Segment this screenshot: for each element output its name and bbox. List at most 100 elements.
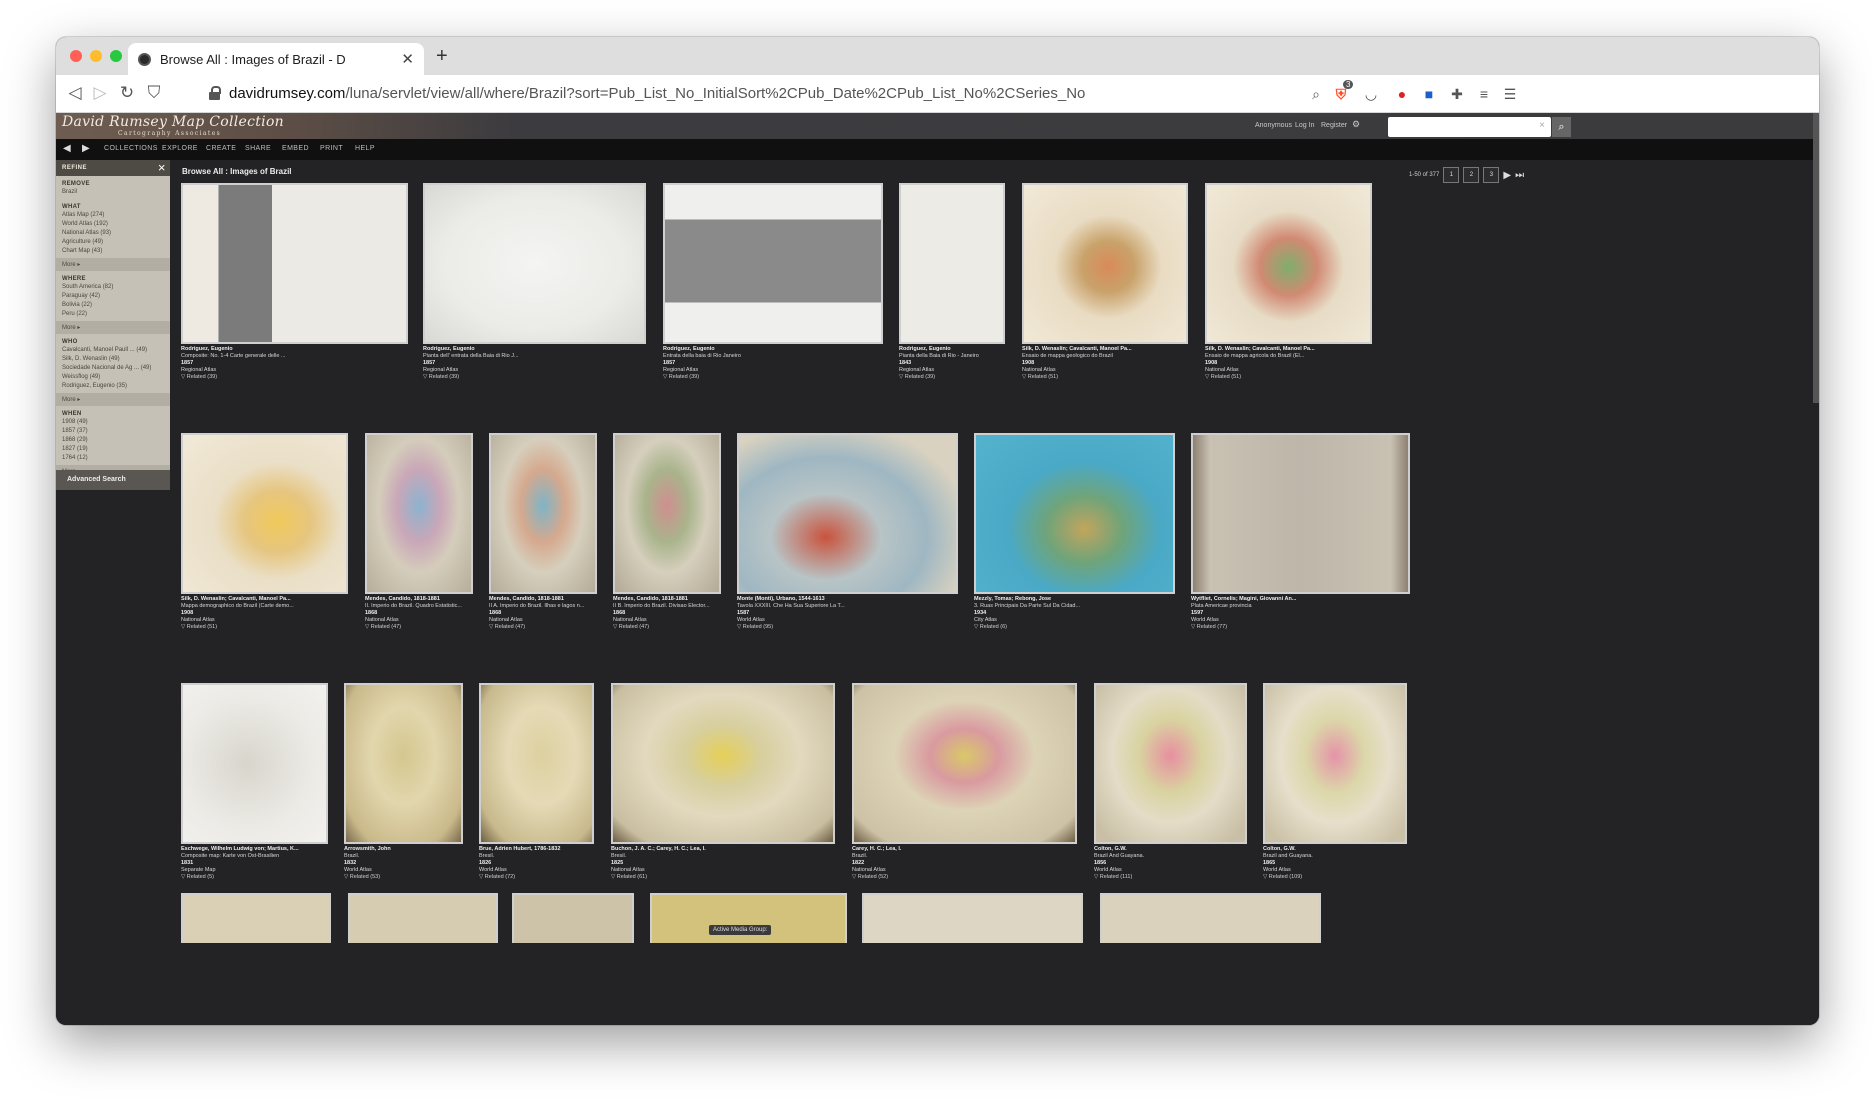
who-more-link[interactable]: More ▸ [56,393,170,406]
map-thumbnail[interactable] [1094,683,1247,844]
when-item[interactable]: 1764 (12) [62,454,164,463]
map-thumbnail[interactable] [181,433,348,594]
map-thumbnail[interactable] [344,683,463,844]
refine-who-section: WHO Cavalcanti, Manoel Paull ... (49) Si… [56,334,170,393]
what-item[interactable]: National Atlas (93) [62,229,164,238]
close-refine-icon[interactable]: × [158,160,166,175]
map-thumbnail[interactable] [852,683,1077,844]
map-thumbnail[interactable] [348,893,498,943]
result-caption: Rodriguez, Eugenio Entrata della baia di … [663,346,741,380]
minimize-window-button[interactable] [90,50,102,62]
new-tab-icon[interactable]: + [436,45,448,68]
map-thumbnail[interactable] [1205,183,1372,344]
clear-search-icon[interactable]: × [1539,120,1545,131]
back-icon[interactable]: ◁ [64,83,86,103]
remove-item[interactable]: Brazil [62,188,164,197]
next-page-icon[interactable]: ▶ [1503,170,1511,181]
who-item[interactable]: Cavalcanti, Manoel Paull ... (49) [62,346,164,355]
who-item[interactable]: Weissflog (49) [62,373,164,382]
map-thumbnail[interactable] [1191,433,1410,594]
map-thumbnail[interactable] [613,433,721,594]
map-thumbnail[interactable] [650,893,847,943]
menu-icon[interactable]: ☰ [1500,84,1520,104]
reload-icon[interactable]: ↻ [116,83,138,103]
map-thumbnail[interactable] [423,183,646,344]
browser-tab[interactable]: Browse All : Images of Brazil - D ✕ [128,43,424,75]
map-thumbnail[interactable] [365,433,473,594]
where-item[interactable]: South America (82) [62,283,164,292]
where-more-link[interactable]: More ▸ [56,321,170,334]
what-item[interactable]: Atlas Map (274) [62,211,164,220]
user-link-anonymous[interactable]: Anonymous [1255,122,1292,129]
nav-create[interactable]: CREATE [206,145,236,152]
where-item[interactable]: Bolivia (22) [62,301,164,310]
bookmark-icon[interactable]: ⛉ [143,83,165,103]
page-button[interactable]: 2 [1463,167,1480,183]
pocket-icon[interactable]: ◡ [1361,84,1381,104]
when-item[interactable]: 1857 (37) [62,427,164,436]
extension-red-icon[interactable]: ● [1392,84,1412,104]
page-button[interactable]: 3 [1483,167,1500,183]
map-thumbnail[interactable] [181,683,328,844]
map-thumbnail[interactable] [181,893,331,943]
refine-remove-section: REMOVE Brazil [56,176,170,199]
close-window-button[interactable] [70,50,82,62]
url-field[interactable]: davidrumsey.com/luna/servlet/view/all/wh… [229,85,1085,102]
nav-collections[interactable]: COLLECTIONS [104,145,158,152]
who-item[interactable]: Sociedade Nacional de Ag ... (49) [62,364,164,373]
close-tab-icon[interactable]: ✕ [401,50,414,68]
map-thumbnail[interactable] [737,433,958,594]
extensions-puzzle-icon[interactable]: ✚ [1447,84,1467,104]
map-thumbnail[interactable] [512,893,634,943]
nav-print[interactable]: PRINT [320,145,343,152]
playlist-icon[interactable]: ≡ [1474,84,1494,104]
map-thumbnail[interactable] [611,683,835,844]
last-page-icon[interactable]: ⏭ [1515,170,1524,181]
nav-back-icon[interactable]: ◀ [63,143,71,154]
where-item[interactable]: Peru (22) [62,310,164,319]
nav-explore[interactable]: EXPLORE [162,145,198,152]
when-item[interactable]: 1827 (19) [62,445,164,454]
related-link: ▽ Related (111) [1094,874,1133,880]
result-caption: Mezzly, Tomas; Rebong, Jose 3. Ruas Princ… [974,596,1081,630]
site-logo-title[interactable]: David Rumsey Map Collection [62,114,284,130]
related-link: ▽ Related (72) [479,874,516,880]
active-media-group-label[interactable]: Active Media Group: [709,925,772,935]
result-caption: Mendes, Candido, 1818-1881 II B. Imperio … [613,596,710,630]
nav-help[interactable]: HELP [355,145,375,152]
maximize-window-button[interactable] [110,50,122,62]
when-item[interactable]: 1868 (29) [62,436,164,445]
nav-embed[interactable]: EMBED [282,145,309,152]
site-search-input[interactable]: × [1388,117,1551,137]
what-item[interactable]: Chart Map (43) [62,247,164,256]
who-item[interactable]: Silk, D. Wenaslin (49) [62,355,164,364]
map-thumbnail[interactable] [899,183,1005,344]
settings-gear-icon[interactable]: ⚙ [1352,119,1360,130]
search-button[interactable]: ⌕ [1552,117,1571,137]
map-thumbnail[interactable] [974,433,1175,594]
map-thumbnail[interactable] [1263,683,1407,844]
map-thumbnail[interactable] [479,683,594,844]
what-item[interactable]: Agriculture (49) [62,238,164,247]
page-button[interactable]: 1 [1443,167,1460,183]
where-item[interactable]: Paraguay (42) [62,292,164,301]
what-more-link[interactable]: More ▸ [56,258,170,271]
when-item[interactable]: 1908 (49) [62,418,164,427]
map-thumbnail[interactable] [181,183,408,344]
who-item[interactable]: Rodriguez, Eugenio (35) [62,382,164,391]
map-thumbnail[interactable] [489,433,597,594]
map-thumbnail[interactable] [663,183,883,344]
nav-share[interactable]: SHARE [245,145,271,152]
page-scrollbar[interactable] [1813,113,1819,403]
advanced-search-link[interactable]: Advanced Search [56,470,170,490]
forward-icon[interactable]: ▷ [89,83,111,103]
map-thumbnail[interactable] [862,893,1083,943]
user-link-login[interactable]: Log In [1295,122,1314,129]
map-thumbnail[interactable] [1100,893,1321,943]
bitwarden-icon[interactable]: ■ [1419,84,1439,104]
zoom-icon[interactable]: ⌕ [1306,84,1326,104]
nav-forward-icon[interactable]: ▶ [82,143,90,154]
what-item[interactable]: World Atlas (192) [62,220,164,229]
map-thumbnail[interactable] [1022,183,1188,344]
user-link-register[interactable]: Register [1321,122,1347,129]
